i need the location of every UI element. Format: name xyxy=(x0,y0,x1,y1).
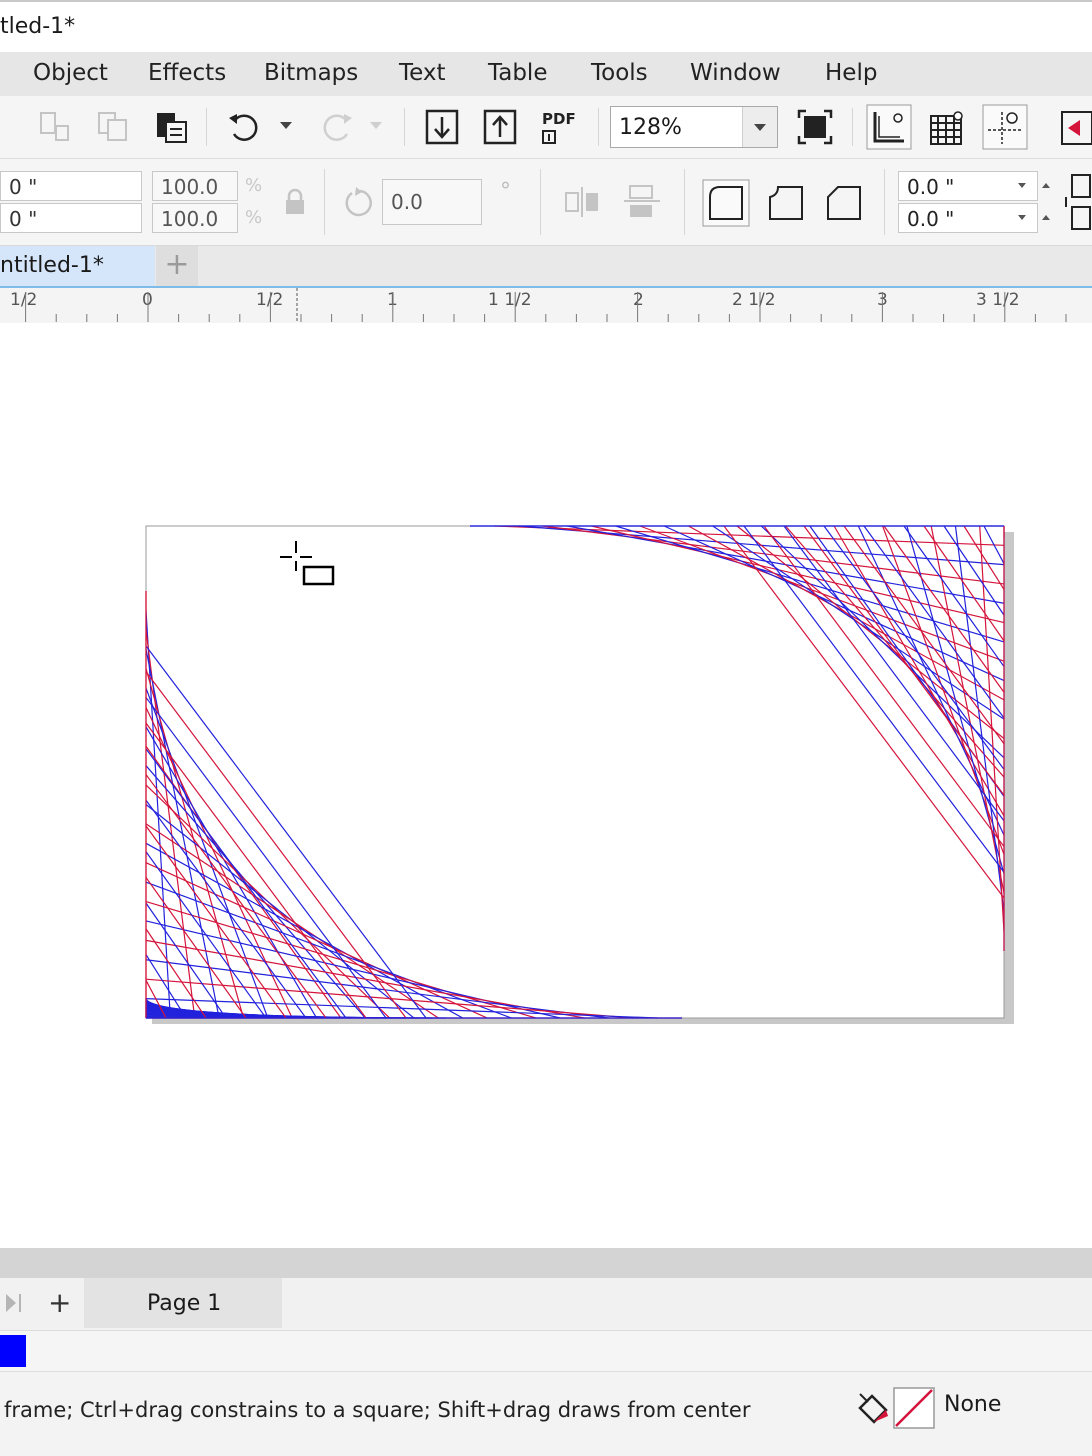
degree-symbol: ° xyxy=(500,179,511,204)
page-tab[interactable]: Page 1 xyxy=(84,1278,282,1328)
copy-icon[interactable] xyxy=(38,110,74,144)
zoom-level-combobox[interactable]: 128% xyxy=(610,106,778,148)
import-icon[interactable] xyxy=(424,108,460,146)
status-bar: frame; Ctrl+drag constrains to a square;… xyxy=(0,1372,1092,1456)
menu-help[interactable]: Help xyxy=(825,60,877,86)
color-swatch-blue[interactable] xyxy=(0,1335,26,1367)
horizontal-scrollbar[interactable] xyxy=(0,1248,1092,1278)
menu-bar: Object Effects Bitmaps Text Table Tools … xyxy=(0,52,1092,96)
copy-properties-icon[interactable] xyxy=(96,110,132,144)
chevron-down-icon xyxy=(754,124,766,131)
undo-icon[interactable] xyxy=(226,110,266,144)
full-screen-icon[interactable] xyxy=(796,108,834,146)
fill-bucket-icon[interactable] xyxy=(856,1390,892,1430)
menu-bitmaps[interactable]: Bitmaps xyxy=(264,60,358,86)
rulers-icon[interactable] xyxy=(866,104,912,150)
title-bar: tled-1* xyxy=(0,0,1092,54)
chamfered-corner-icon[interactable] xyxy=(822,181,866,225)
no-fill-swatch-icon[interactable] xyxy=(892,1386,936,1430)
drawing-canvas[interactable] xyxy=(0,323,1092,1248)
scale-width-field[interactable]: 100.0 xyxy=(152,171,238,201)
options-icon[interactable] xyxy=(1056,108,1092,148)
horizontal-ruler[interactable]: 1/2 0 1/2 1 1 1/2 2 2 1/2 3 3 1/2 xyxy=(0,286,1092,325)
property-bar: 0 " 0 " 100.0 100.0 % % 0.0 ° 0.0 " 0.0 … xyxy=(0,159,1092,246)
lock-ratio-icon[interactable] xyxy=(282,187,308,217)
redo-dropdown-icon[interactable] xyxy=(368,120,384,132)
rotation-angle-field[interactable]: 0.0 xyxy=(382,179,482,225)
menu-text[interactable]: Text xyxy=(399,60,446,86)
status-message: frame; Ctrl+drag constrains to a square;… xyxy=(4,1398,751,1422)
scale-height-field[interactable]: 100.0 xyxy=(152,203,238,233)
ruler-ticks xyxy=(25,288,1067,322)
rotate-icon xyxy=(345,187,372,217)
mirror-horizontal-icon[interactable] xyxy=(562,185,602,219)
round-corner-icon[interactable] xyxy=(702,179,750,227)
zoom-level-value: 128% xyxy=(619,115,682,140)
position-x-field[interactable]: 0 " xyxy=(0,171,142,201)
canvas-drawing xyxy=(145,525,1014,1024)
undo-dropdown-icon[interactable] xyxy=(278,120,294,132)
publish-pdf-icon[interactable]: PDF xyxy=(540,108,580,148)
page-navigator: + Page 1 xyxy=(0,1278,1092,1331)
new-document-tab-button[interactable]: + xyxy=(156,246,198,286)
grid-icon[interactable] xyxy=(926,108,966,148)
document-tab-label: ntitled-1* xyxy=(0,253,104,278)
export-icon[interactable] xyxy=(482,108,518,146)
page-tab-label: Page 1 xyxy=(147,1291,222,1316)
menu-tools[interactable]: Tools xyxy=(591,60,648,86)
guidelines-icon[interactable] xyxy=(982,104,1028,150)
menu-object[interactable]: Object xyxy=(33,60,108,86)
last-page-icon[interactable] xyxy=(4,1292,28,1314)
paste-icon[interactable] xyxy=(154,110,190,144)
fill-status-label: None xyxy=(944,1392,1002,1417)
window-title: tled-1* xyxy=(0,14,76,39)
mirror-vertical-icon[interactable] xyxy=(622,183,662,221)
document-tab[interactable]: ntitled-1* xyxy=(0,246,155,286)
menu-effects[interactable]: Effects xyxy=(148,60,226,86)
document-tab-bar: ntitled-1* + xyxy=(0,246,1092,286)
percent-label: % xyxy=(245,175,263,196)
redo-icon[interactable] xyxy=(316,110,356,144)
document-palette xyxy=(0,1331,1092,1372)
menu-window[interactable]: Window xyxy=(690,60,781,86)
menu-table[interactable]: Table xyxy=(488,60,547,86)
percent-label: % xyxy=(245,207,263,228)
add-page-button[interactable]: + xyxy=(48,1286,71,1319)
position-y-field[interactable]: 0 " xyxy=(0,203,142,233)
spinner-arrows-icon[interactable] xyxy=(1014,175,1058,235)
zoom-dropdown-button[interactable] xyxy=(742,107,777,147)
page-border xyxy=(145,525,1005,1019)
scalloped-corner-icon[interactable] xyxy=(764,181,808,225)
corner-lock-icon[interactable] xyxy=(1062,171,1092,235)
